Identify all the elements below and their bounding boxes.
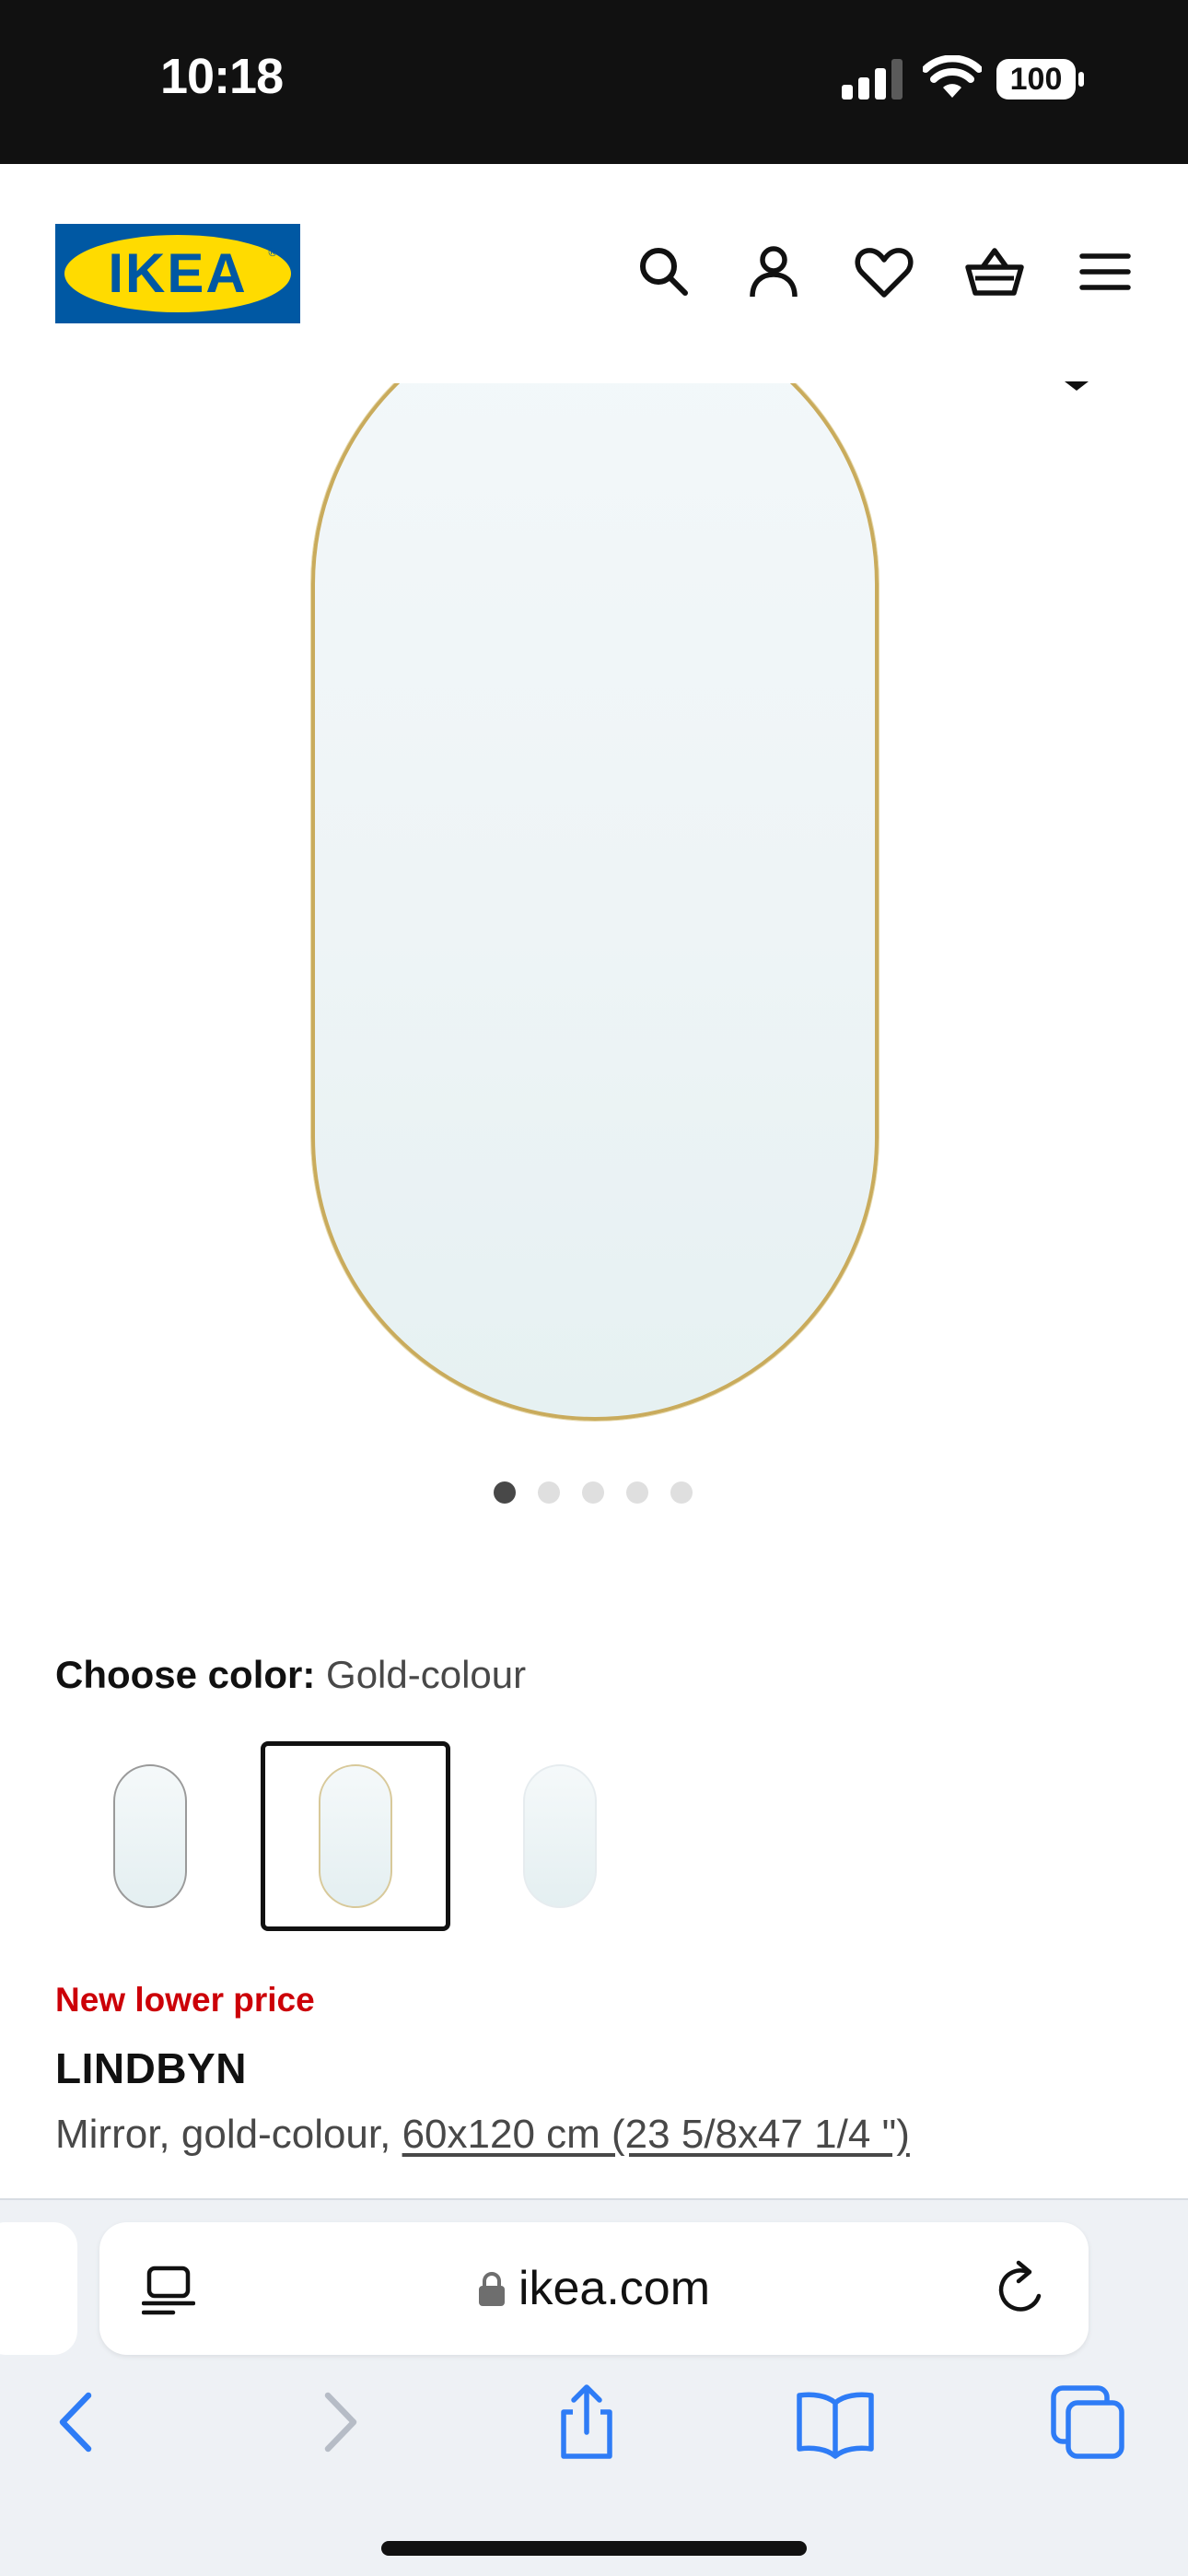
swatch-mirror-image bbox=[113, 1764, 187, 1908]
site-header: IKEA ® bbox=[0, 164, 1188, 383]
selected-color-value: Gold-colour bbox=[326, 1653, 527, 1696]
previous-tab-peek[interactable] bbox=[0, 2222, 77, 2355]
basket-icon[interactable] bbox=[962, 240, 1027, 304]
chevron-down-icon[interactable] bbox=[1061, 376, 1092, 394]
pagination-dot[interactable] bbox=[670, 1481, 693, 1504]
ikea-logo[interactable]: IKEA ® bbox=[55, 224, 300, 323]
bookmarks-icon[interactable] bbox=[794, 2381, 877, 2464]
menu-icon[interactable] bbox=[1073, 240, 1137, 304]
cellular-signal-icon bbox=[842, 59, 903, 100]
address-bar[interactable]: ikea.com bbox=[99, 2222, 1089, 2355]
heart-icon[interactable] bbox=[852, 240, 916, 304]
reload-icon[interactable] bbox=[993, 2259, 1050, 2320]
share-icon[interactable] bbox=[545, 2381, 628, 2464]
pagination-dot[interactable] bbox=[582, 1481, 604, 1504]
color-chooser-label: Choose color: bbox=[55, 1653, 316, 1696]
pagination-dot[interactable] bbox=[626, 1481, 648, 1504]
logo-text: IKEA bbox=[108, 242, 248, 304]
url-text: ikea.com bbox=[518, 2262, 711, 2315]
product-description-text: Mirror, gold-colour, bbox=[55, 2112, 402, 2157]
url-display: ikea.com bbox=[99, 2222, 1089, 2355]
status-time: 10:18 bbox=[160, 49, 284, 104]
tabs-icon[interactable] bbox=[1046, 2381, 1129, 2464]
wifi-icon bbox=[923, 55, 982, 98]
product-image-gallery[interactable] bbox=[0, 383, 1188, 1489]
color-swatch-silver[interactable] bbox=[55, 1741, 245, 1931]
pagination-dot[interactable] bbox=[538, 1481, 560, 1504]
logo-registered-mark: ® bbox=[267, 246, 278, 259]
back-icon[interactable] bbox=[37, 2381, 120, 2464]
swatch-mirror-image bbox=[523, 1764, 597, 1908]
product-name: LINDBYN bbox=[55, 2044, 247, 2092]
swatch-mirror-image bbox=[319, 1764, 392, 1908]
gallery-pagination-dots bbox=[494, 1481, 693, 1504]
color-chooser-heading: Choose color: Gold-colour bbox=[55, 1649, 526, 1701]
pagination-dot[interactable] bbox=[494, 1481, 516, 1504]
battery-level: 100 bbox=[1009, 62, 1063, 97]
forward-icon[interactable] bbox=[297, 2381, 379, 2464]
battery-icon: 100 bbox=[996, 57, 1085, 101]
product-description: Mirror, gold-colour, 60x120 cm (23 5/8x4… bbox=[55, 2112, 910, 2158]
color-swatch-white[interactable] bbox=[465, 1741, 655, 1931]
status-bar: 10:18 100 bbox=[0, 0, 1188, 164]
mirror-product-image bbox=[311, 383, 879, 1421]
home-indicator bbox=[381, 2541, 807, 2556]
new-lower-price-badge: New lower price bbox=[55, 1981, 315, 2019]
search-icon[interactable] bbox=[632, 240, 696, 304]
size-link[interactable]: 60x120 cm (23 5/8x47 1/4 ") bbox=[402, 2112, 910, 2157]
browser-toolbar: ikea.com bbox=[0, 2198, 1188, 2576]
lock-icon bbox=[478, 2272, 505, 2306]
color-swatch-gold[interactable] bbox=[261, 1741, 450, 1931]
account-icon[interactable] bbox=[741, 240, 806, 304]
